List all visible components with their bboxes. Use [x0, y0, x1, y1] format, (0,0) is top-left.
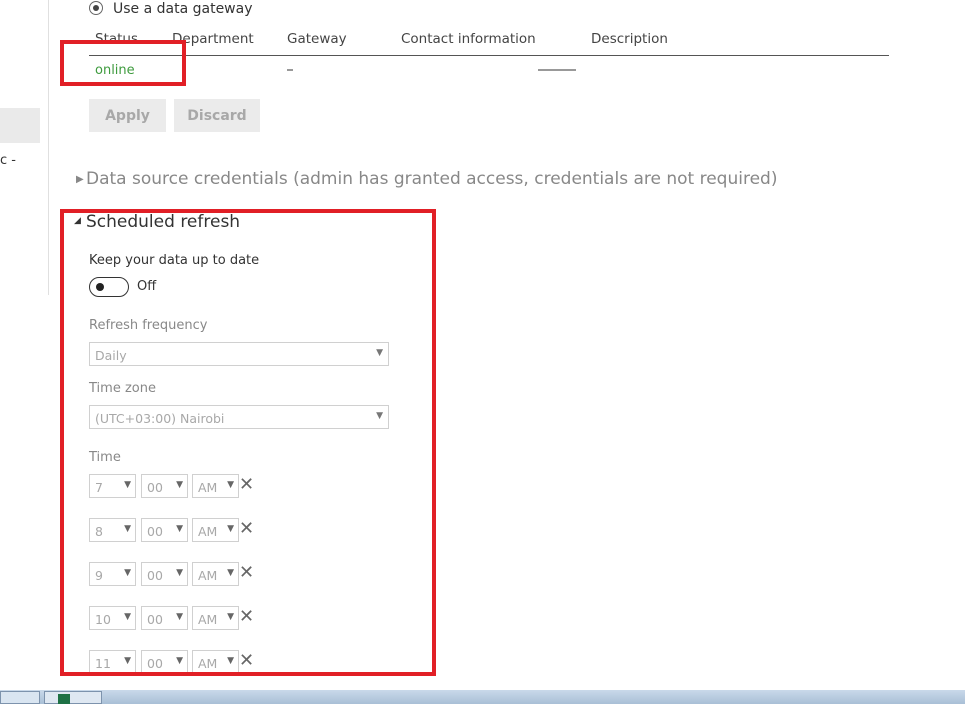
use-gateway-label: Use a data gateway — [113, 1, 253, 17]
status-highlight-box — [60, 40, 186, 86]
nav-divider — [48, 0, 49, 295]
nav-selected-item[interactable] — [0, 108, 40, 143]
redacted-contact — [538, 69, 576, 71]
column-header-gateway: Gateway — [287, 31, 347, 47]
column-header-contact: Contact information — [401, 31, 536, 47]
use-gateway-radio[interactable] — [89, 1, 103, 15]
taskbar — [0, 690, 965, 704]
excel-icon — [58, 694, 70, 704]
expand-caret-icon[interactable]: ▶ — [76, 174, 84, 185]
taskbar-button[interactable] — [0, 691, 40, 704]
apply-button[interactable]: Apply — [89, 99, 166, 132]
table-header-divider — [89, 55, 889, 56]
redacted-gateway — [287, 69, 293, 71]
discard-button[interactable]: Discard — [174, 99, 260, 132]
nav-item-fragment[interactable]: c - — [0, 153, 16, 168]
credentials-section-title[interactable]: Data source credentials (admin has grant… — [86, 169, 777, 189]
column-header-description: Description — [591, 31, 668, 47]
scheduled-refresh-highlight-box — [60, 209, 436, 676]
taskbar-excel-button[interactable] — [44, 691, 102, 704]
